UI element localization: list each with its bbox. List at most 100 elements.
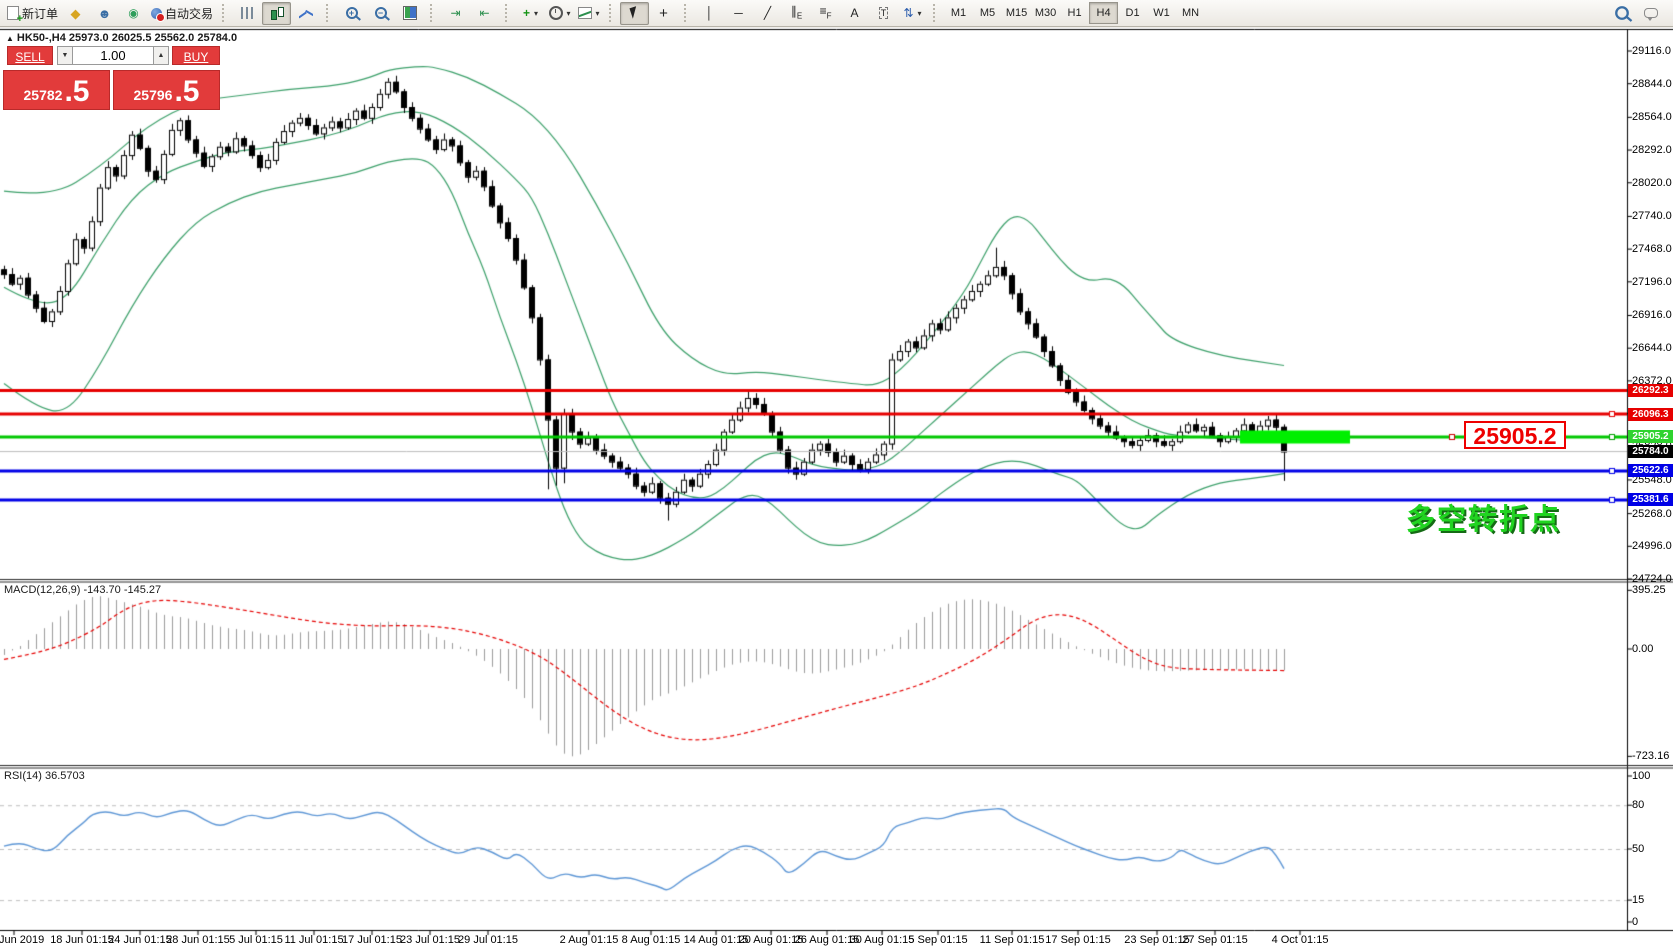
chart-type-group xyxy=(233,1,320,25)
cursor-icon xyxy=(629,5,640,19)
timeframe-m15[interactable]: M15 xyxy=(1002,2,1031,24)
buy-price-button[interactable]: 25796 .5 xyxy=(113,70,220,110)
tile-windows-icon xyxy=(402,6,417,20)
signal-icon: ◉ xyxy=(128,6,139,20)
price-line-label: 25622.6 xyxy=(1628,464,1673,478)
buy-price-main: 25796 xyxy=(133,87,173,103)
rsi-tick: 0 xyxy=(1632,916,1639,928)
macd-tick: -723.16 xyxy=(1632,750,1670,763)
tile-windows-button[interactable] xyxy=(395,2,424,25)
price-tick: 28020.0 xyxy=(1632,176,1672,189)
price-line-label: 25784.0 xyxy=(1628,445,1673,459)
chart-canvas[interactable] xyxy=(0,28,1673,951)
gold-button[interactable]: ◆ xyxy=(61,2,90,25)
price-tick: 26644.0 xyxy=(1632,342,1672,355)
chevron-down-icon: ▾ xyxy=(595,8,600,18)
signals-button[interactable]: ◉ xyxy=(119,2,148,25)
toolbar-grip xyxy=(505,4,512,22)
timeframe-mn[interactable]: MN xyxy=(1176,2,1205,24)
autotrading-icon xyxy=(151,7,166,22)
macd-tick: 0.00 xyxy=(1632,643,1654,655)
sell-price-button[interactable]: 25782 .5 xyxy=(3,70,110,110)
volume-input[interactable] xyxy=(73,46,153,65)
timeframe-w1[interactable]: W1 xyxy=(1147,2,1176,24)
collapse-triangle-icon: ▲ xyxy=(6,34,14,43)
main-toolbar: 新订单 ◆ ☻ ◉ 自动交易 + − ⇥ ⇤ +▾ ▾ ▾ + │ ─ ╱ xyxy=(0,0,1673,27)
equidistant-channel-button[interactable]: ∥E xyxy=(782,2,811,25)
buy-button[interactable]: BUY xyxy=(172,46,220,65)
time-tick-label: 11 Sep 01:15 xyxy=(979,934,1045,946)
timeframe-h1[interactable]: H1 xyxy=(1060,2,1089,24)
sell-button[interactable]: SELL xyxy=(7,46,53,65)
auto-scroll-button[interactable]: ⇥ xyxy=(441,2,470,25)
symbol-title: ▲ HK50-,H4 25973.0 26025.5 25562.0 25784.… xyxy=(6,32,238,44)
time-tick-label: 24 Jun 01:15 xyxy=(108,934,172,946)
bar-chart-button[interactable] xyxy=(233,2,262,25)
chat-button[interactable] xyxy=(1636,2,1665,25)
timeframe-d1[interactable]: D1 xyxy=(1118,2,1147,24)
indicators-add-icon: + xyxy=(523,6,531,20)
community-button[interactable]: ☻ xyxy=(90,2,119,25)
zoom-out-icon: − xyxy=(374,7,387,19)
time-tick-label: 4 Oct 01:15 xyxy=(1271,934,1329,946)
price-tick: 26916.0 xyxy=(1632,309,1672,322)
timeframe-group: M1 M5 M15 M30 H1 H4 D1 W1 MN xyxy=(944,2,1205,24)
template-icon xyxy=(577,7,592,19)
horizontal-line-button[interactable]: ─ xyxy=(724,2,753,25)
crosshair-icon: + xyxy=(659,4,668,22)
price-callout-label[interactable]: 25905.2 xyxy=(1464,421,1566,449)
toolbar-grip xyxy=(684,4,691,22)
timeframe-m5[interactable]: M5 xyxy=(973,2,1002,24)
clock-icon xyxy=(548,6,563,20)
macd-tick: 395.25 xyxy=(1632,584,1666,597)
timeframe-m30[interactable]: M30 xyxy=(1031,2,1060,24)
trendline-button[interactable]: ╱ xyxy=(753,2,782,25)
autotrading-label: 自动交易 xyxy=(165,6,214,21)
drawing-group: │ ─ ╱ ∥E ≡F A T ⇅ ▾ xyxy=(695,2,927,25)
candlestick-chart-button[interactable] xyxy=(262,1,292,25)
zoom-out-button[interactable]: − xyxy=(366,2,395,25)
gold-icon: ◆ xyxy=(70,5,81,21)
arrows-icon: ⇅ xyxy=(903,6,914,20)
volume-decrease-button[interactable]: ▼ xyxy=(57,46,73,65)
insert-group: + ▾ ▾ ▾ xyxy=(516,2,603,25)
search-icon xyxy=(1614,6,1629,20)
autotrading-button[interactable]: 自动交易 xyxy=(148,2,216,25)
time-tick-label: 12 Jun 2019 xyxy=(0,934,45,946)
volume-increase-button[interactable]: ▲ xyxy=(153,46,169,65)
cursor-button[interactable] xyxy=(620,1,650,25)
timeframe-h4[interactable]: H4 xyxy=(1089,2,1119,24)
periods-button[interactable]: ▾ xyxy=(545,2,574,25)
fibonacci-button[interactable]: ≡F xyxy=(811,2,840,25)
trade-group: 新订单 ◆ ☻ ◉ 自动交易 xyxy=(4,2,216,25)
chart-shift-button[interactable]: ⇤ xyxy=(470,2,499,25)
line-chart-button[interactable] xyxy=(291,2,320,25)
price-tick: 28292.0 xyxy=(1632,144,1672,157)
vertical-line-button[interactable]: │ xyxy=(695,2,724,25)
trendline-icon: ╱ xyxy=(763,6,772,20)
toolbar-grip xyxy=(609,4,616,22)
text-button[interactable]: A xyxy=(840,2,869,25)
time-tick-label: 11 Jul 01:15 xyxy=(284,934,344,946)
price-tick: 28564.0 xyxy=(1632,111,1672,124)
zoom-in-button[interactable]: + xyxy=(337,2,366,25)
sell-price-fraction: .5 xyxy=(64,75,90,108)
timeframe-m1[interactable]: M1 xyxy=(944,2,973,24)
macd-label: MACD(12,26,9) -143.70 -145.27 xyxy=(4,584,162,596)
time-tick-label: 27 Sep 01:15 xyxy=(1182,934,1248,946)
price-tick: 24996.0 xyxy=(1632,540,1672,553)
chat-icon xyxy=(1643,8,1658,21)
new-order-button[interactable]: 新订单 xyxy=(4,2,61,25)
indicators-button[interactable]: + ▾ xyxy=(516,2,545,25)
text-label-button[interactable]: T xyxy=(869,2,898,25)
templates-button[interactable]: ▾ xyxy=(574,2,603,25)
crosshair-button[interactable]: + xyxy=(649,2,678,25)
line-chart-icon xyxy=(299,8,313,19)
toolbar-grip xyxy=(222,4,229,22)
price-tick: 24724.0 xyxy=(1632,573,1672,585)
search-button[interactable] xyxy=(1607,2,1636,25)
price-tick: 27740.0 xyxy=(1632,210,1672,223)
arrows-button[interactable]: ⇅ ▾ xyxy=(898,2,927,25)
channel-icon: ∥E xyxy=(790,4,803,21)
time-tick-label: 23 Sep 01:15 xyxy=(1124,934,1190,946)
